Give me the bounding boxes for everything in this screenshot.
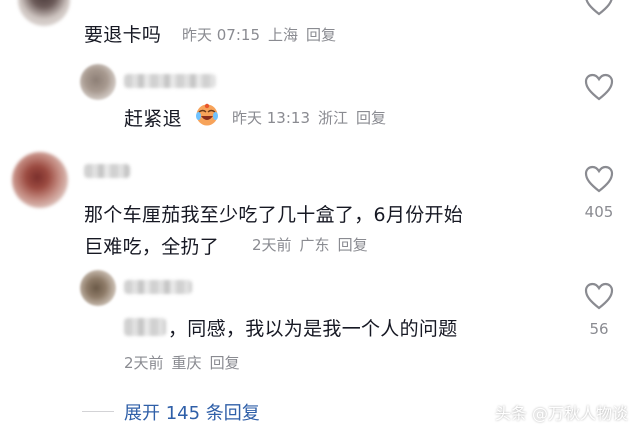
reply-button[interactable]: 回复 bbox=[306, 26, 336, 44]
comment-text-line1: 那个车厘茄我至少吃了几十盒了，6月份开始 bbox=[84, 204, 464, 226]
comment-text-line2: 巨难吃，全扔了 bbox=[84, 236, 220, 258]
username-blurred[interactable] bbox=[84, 164, 130, 178]
comment-location: 广东 bbox=[299, 236, 330, 254]
comment-text: 要退卡吗 bbox=[84, 24, 162, 46]
reply-button[interactable]: 回复 bbox=[210, 354, 240, 372]
comment-meta: 2天前 重庆 回复 bbox=[124, 352, 248, 373]
heart-icon[interactable] bbox=[584, 0, 614, 16]
comment-meta: 2天前 广东 回复 bbox=[252, 234, 376, 255]
username-blurred[interactable] bbox=[124, 74, 216, 88]
heart-icon[interactable] bbox=[584, 165, 614, 193]
comment-time: 昨天 07:15 bbox=[182, 26, 260, 44]
mention-blurred[interactable] bbox=[124, 318, 166, 336]
avatar[interactable] bbox=[80, 64, 116, 100]
comment-time: 昨天 13:13 bbox=[232, 109, 310, 127]
comment-text: ，同感，我以为是我一个人的问题 bbox=[168, 318, 458, 340]
like-count: 56 bbox=[589, 320, 609, 338]
avatar[interactable] bbox=[18, 0, 70, 26]
comment-location: 重庆 bbox=[171, 354, 202, 372]
avatar[interactable] bbox=[80, 270, 116, 306]
heart-icon[interactable] bbox=[584, 73, 614, 101]
username-blurred[interactable] bbox=[124, 280, 192, 294]
comment-text: 赶紧退 bbox=[124, 108, 182, 130]
comment-location: 浙江 bbox=[318, 109, 349, 127]
comment-time: 2天前 bbox=[252, 236, 292, 254]
reply-button[interactable]: 回复 bbox=[356, 109, 386, 127]
crying-laughing-emoji-icon bbox=[196, 103, 218, 126]
comment-meta: 昨天 13:13 浙江 回复 bbox=[232, 107, 394, 128]
like-count: 405 bbox=[584, 203, 614, 221]
expand-replies-button[interactable]: 展开 145 条回复 bbox=[124, 399, 260, 425]
reply-button[interactable]: 回复 bbox=[338, 236, 368, 254]
heart-icon[interactable] bbox=[584, 282, 614, 310]
comment-meta: 昨天 07:15 上海 回复 bbox=[182, 24, 344, 45]
comment-time: 2天前 bbox=[124, 354, 164, 372]
expand-divider bbox=[82, 411, 114, 412]
comment-location: 上海 bbox=[268, 26, 299, 44]
avatar[interactable] bbox=[12, 152, 68, 208]
watermark: 头条 @万秋人物谈 bbox=[494, 404, 628, 423]
